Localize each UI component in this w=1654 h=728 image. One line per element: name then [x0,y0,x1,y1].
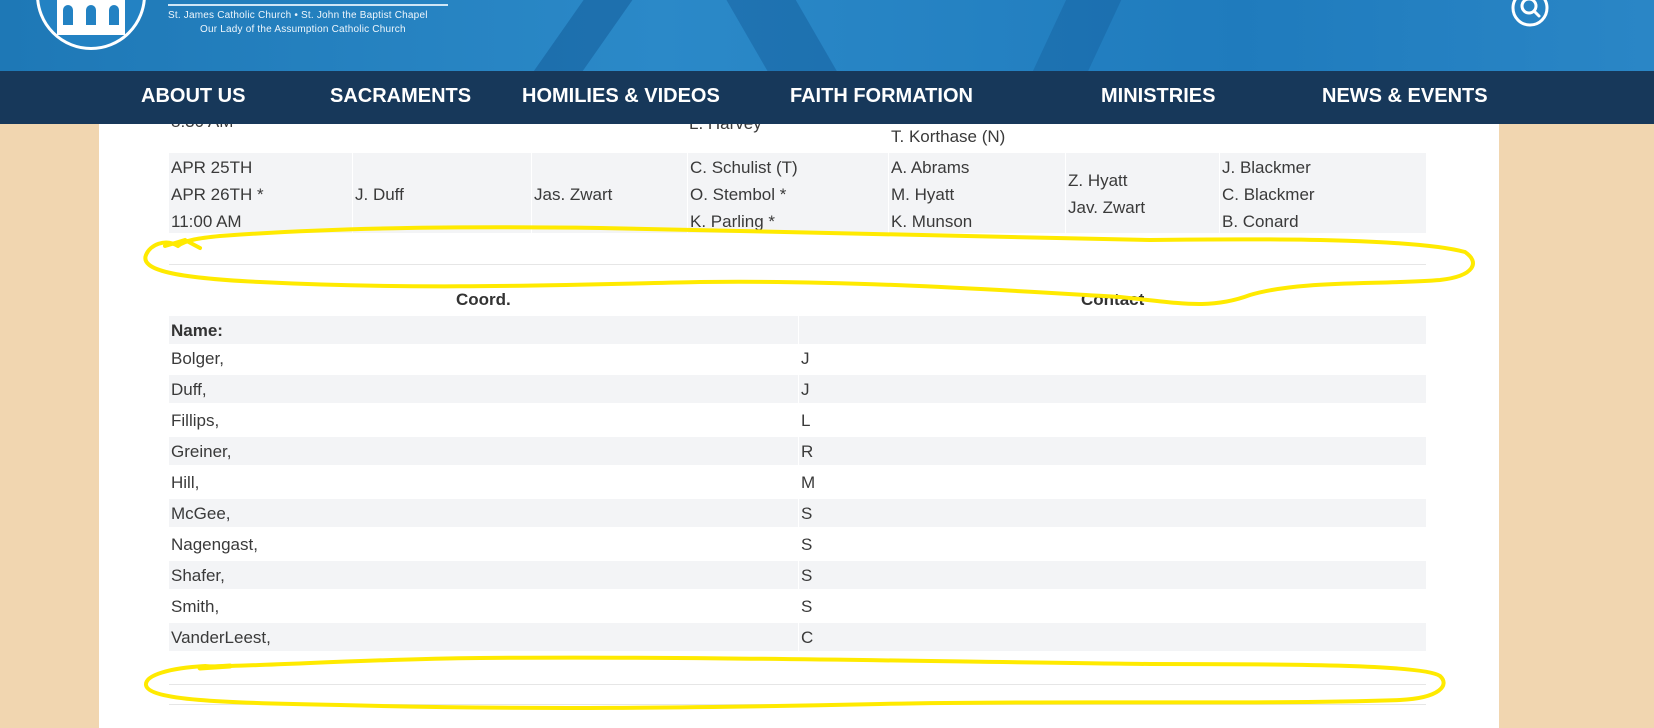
coord-name-cell: Duff, [171,380,207,399]
search-icon[interactable] [1510,0,1550,28]
coord-contact-cell: L [801,411,811,430]
coord-name-cell: McGee, [171,504,231,523]
section-divider [169,684,1426,685]
coord-contact-cell: S [801,597,813,616]
schedule-date: APR 26TH * [171,185,264,204]
coord-contact-cell: C [801,628,814,647]
coord-name-cell: Fillips, [171,411,220,430]
nav-news-events[interactable]: NEWS & EVENTS [1322,85,1488,108]
header-decoration [1001,0,1149,71]
section-divider [169,264,1426,265]
schedule-cell: J. Duff [355,185,404,204]
schedule-cell: K. Parling * [690,212,776,231]
coord-contact-cell: S [801,535,813,554]
coord-contact-cell: S [801,566,813,585]
logo-divider [168,4,448,6]
schedule-cell: M. Hyatt [891,185,955,204]
schedule-cell: Jav. Zwart [1068,198,1146,217]
schedule-prev-row: 8:30 AM L. Harvey [99,124,1499,146]
coord-name-cell: Hill, [171,473,200,492]
main-navigation: ABOUT US SACRAMENTS HOMILIES & VIDEOS FA… [0,71,1654,124]
coord-name-cell: Greiner, [171,442,232,461]
coord-name-cell: Bolger, [171,349,224,368]
coord-contact-cell: S [801,504,813,523]
schedule-cell: C. Blackmer [1222,185,1315,204]
coord-column-header: Coord. [456,290,511,309]
header-decoration [709,0,871,71]
schedule-cell: K. Munson [891,212,973,231]
schedule-cell: C. Schulist (T) [690,158,798,177]
site-header: St. James Catholic Church • St. John the… [0,0,1654,71]
coord-contact-cell: J [801,380,810,399]
schedule-cell: Z. Hyatt [1068,171,1128,190]
schedule-time: 8:30 AM [171,124,233,135]
coord-name-cell: Shafer, [171,566,225,585]
contact-column-header: Contact [1081,290,1145,309]
coord-contact-cell: J [801,349,810,368]
schedule-cell: O. Stembol * [690,185,787,204]
nav-faith-formation[interactable]: FAITH FORMATION [790,85,973,108]
schedule-time: 11:00 AM [171,212,242,231]
coord-name-cell: Nagengast, [171,535,258,554]
header-decoration [506,0,654,71]
logo-parish-line-2: Our Lady of the Assumption Catholic Chur… [200,24,406,35]
name-header: Name: [171,321,223,340]
coord-contact-cell: R [801,442,814,461]
schedule-date: APR 25TH [171,158,253,177]
logo-parish-line-1: St. James Catholic Church • St. John the… [168,10,428,21]
nav-homilies-videos[interactable]: HOMILIES & VIDEOS [522,85,720,108]
schedule-cell: J. Blackmer [1222,158,1311,177]
schedule-cell: Jas. Zwart [534,185,613,204]
schedule-cell: A. Abrams [891,158,970,177]
content-panel: 8:30 AM L. Harvey T. Korthase (N) APR 25… [99,124,1499,728]
church-building-icon [57,0,125,35]
nav-about-us[interactable]: ABOUT US [141,85,245,108]
coord-name-cell: Smith, [171,597,220,616]
nav-sacraments[interactable]: SACRAMENTS [330,85,471,108]
schedule-cell: L. Harvey [689,124,762,137]
schedule-cell: T. Korthase (N) [891,127,1006,146]
coord-contact-cell: M [801,473,816,492]
church-logo-icon[interactable] [36,0,146,50]
coord-name-cell: VanderLeest, [171,628,271,647]
schedule-cell: B. Conard [1222,212,1299,231]
nav-ministries[interactable]: MINISTRIES [1101,85,1215,108]
section-divider [169,704,1426,705]
